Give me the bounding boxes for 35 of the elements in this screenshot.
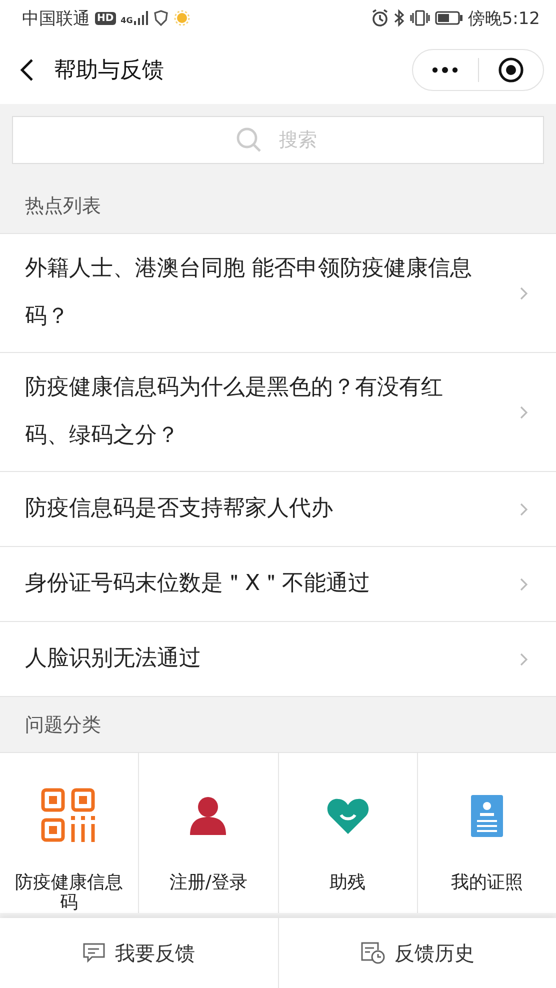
search-field[interactable]: 搜索 xyxy=(12,116,544,164)
question-item[interactable]: 防疫信息码是否支持帮家人代办 xyxy=(0,472,556,547)
vibrate-icon xyxy=(410,9,430,27)
battery-icon xyxy=(434,11,463,25)
chevron-icon xyxy=(520,652,528,666)
carrier-name: 中国联通 xyxy=(22,8,90,30)
more-icon xyxy=(432,67,458,73)
history-icon xyxy=(360,942,384,964)
bottom-tab-button[interactable]: 反馈历史 xyxy=(278,918,556,988)
question-item[interactable]: 防疫健康信息码为什么是黑色的？有没有红码、绿码之分？ xyxy=(0,353,556,472)
page-title: 帮助与反馈 xyxy=(54,57,165,85)
chevron-icon xyxy=(520,286,528,300)
alarm-icon xyxy=(370,9,389,27)
category-tile[interactable]: 注册/登录 xyxy=(139,753,278,913)
chevron-icon xyxy=(520,406,528,418)
question-item[interactable]: 身份证号码末位数是＂X＂不能通过 xyxy=(0,547,556,622)
category-tile[interactable]: 助残 xyxy=(278,753,417,913)
signal-icon xyxy=(134,11,148,25)
category-tile[interactable]: 我的证照 xyxy=(418,753,556,913)
clock-time: 傍晚5:12 xyxy=(468,8,540,30)
message-icon xyxy=(83,943,105,963)
shield-icon xyxy=(152,10,169,26)
chevron-icon xyxy=(520,502,528,516)
target-icon xyxy=(498,57,524,83)
chevron-icon xyxy=(520,578,528,590)
category-tile[interactable]: 防疫健康信息码 xyxy=(0,753,138,913)
back-icon[interactable] xyxy=(20,58,34,82)
question-item[interactable]: 人脸识别无法通过 xyxy=(0,622,556,697)
bottom-tab-button[interactable]: 我要反馈 xyxy=(0,918,278,988)
bluetooth-icon xyxy=(394,9,405,27)
hd-badge: HD xyxy=(95,12,116,24)
sun-icon xyxy=(174,10,190,26)
question-item[interactable]: 外籍人士、港澳台同胞 能否申领防疫健康信息码？ xyxy=(0,234,556,353)
network-type: 4G xyxy=(120,17,133,25)
search-icon xyxy=(236,127,262,153)
